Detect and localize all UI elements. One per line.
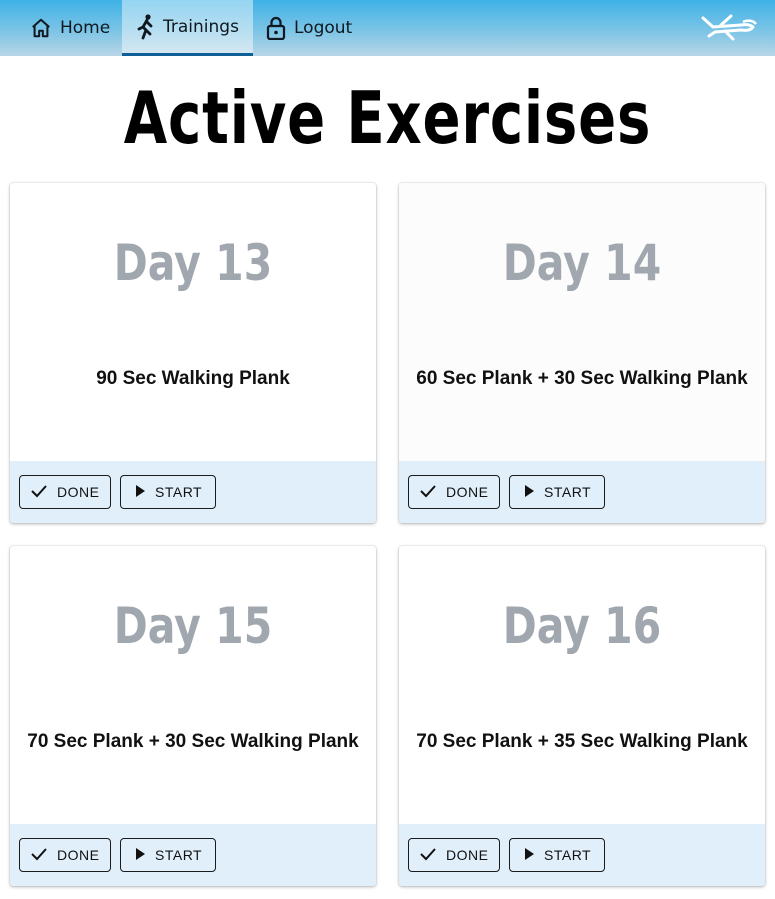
- card-day-label: Day 13: [113, 234, 273, 292]
- exercise-card: Day 13 90 Sec Walking Plank DONE START: [10, 183, 376, 523]
- play-icon: [524, 484, 534, 500]
- lock-icon: [266, 16, 286, 40]
- done-button-label: DONE: [57, 484, 100, 500]
- start-button[interactable]: START: [120, 475, 216, 509]
- card-content: Day 16 70 Sec Plank + 35 Sec Walking Pla…: [399, 546, 765, 824]
- nav-logout-label: Logout: [294, 18, 353, 38]
- card-actions: DONE START: [399, 824, 765, 886]
- nav-home-link[interactable]: Home: [30, 0, 110, 56]
- exercise-card: Day 15 70 Sec Plank + 30 Sec Walking Pla…: [10, 546, 376, 886]
- card-content: Day 15 70 Sec Plank + 30 Sec Walking Pla…: [10, 546, 376, 824]
- top-navbar: Home Trainings Logout: [0, 0, 775, 56]
- card-exercise-text: 90 Sec Walking Plank: [96, 368, 290, 389]
- card-actions: DONE START: [399, 461, 765, 523]
- done-button[interactable]: DONE: [408, 475, 500, 509]
- play-icon: [135, 847, 145, 863]
- check-icon: [420, 847, 436, 864]
- start-button[interactable]: START: [120, 838, 216, 872]
- card-content: Day 14 60 Sec Plank + 30 Sec Walking Pla…: [399, 183, 765, 461]
- play-icon: [524, 847, 534, 863]
- runner-icon: [135, 13, 155, 40]
- done-button-label: DONE: [57, 847, 100, 863]
- nav-trainings-label: Trainings: [163, 16, 239, 37]
- exercise-card: Day 14 60 Sec Plank + 30 Sec Walking Pla…: [399, 183, 765, 523]
- card-day-label: Day 14: [502, 234, 662, 292]
- card-content: Day 13 90 Sec Walking Plank: [10, 183, 376, 461]
- check-icon: [31, 484, 47, 501]
- done-button-label: DONE: [446, 847, 489, 863]
- start-button-label: START: [544, 847, 592, 863]
- card-exercise-text: 60 Sec Plank + 30 Sec Walking Plank: [416, 368, 748, 389]
- nav-logout-link[interactable]: Logout: [266, 0, 352, 56]
- card-day-label: Day 15: [113, 597, 273, 655]
- card-exercise-text: 70 Sec Plank + 35 Sec Walking Plank: [416, 731, 748, 752]
- done-button[interactable]: DONE: [408, 838, 500, 872]
- done-button[interactable]: DONE: [19, 475, 111, 509]
- nav-trainings-link[interactable]: Trainings: [122, 0, 253, 56]
- exercise-card: Day 16 70 Sec Plank + 35 Sec Walking Pla…: [399, 546, 765, 886]
- card-exercise-text: 70 Sec Plank + 30 Sec Walking Plank: [27, 731, 359, 752]
- card-day-label: Day 16: [502, 597, 662, 655]
- airplane-logo-icon[interactable]: [701, 10, 759, 42]
- check-icon: [31, 847, 47, 864]
- nav-home-label: Home: [60, 18, 111, 38]
- done-button-label: DONE: [446, 484, 489, 500]
- done-button[interactable]: DONE: [19, 838, 111, 872]
- start-button-label: START: [155, 484, 203, 500]
- start-button-label: START: [544, 484, 592, 500]
- start-button[interactable]: START: [509, 838, 605, 872]
- home-icon: [30, 17, 52, 39]
- card-actions: DONE START: [10, 461, 376, 523]
- check-icon: [420, 484, 436, 501]
- page-title: Active Exercises: [123, 76, 652, 160]
- start-button[interactable]: START: [509, 475, 605, 509]
- play-icon: [135, 484, 145, 500]
- start-button-label: START: [155, 847, 203, 863]
- card-actions: DONE START: [10, 824, 376, 886]
